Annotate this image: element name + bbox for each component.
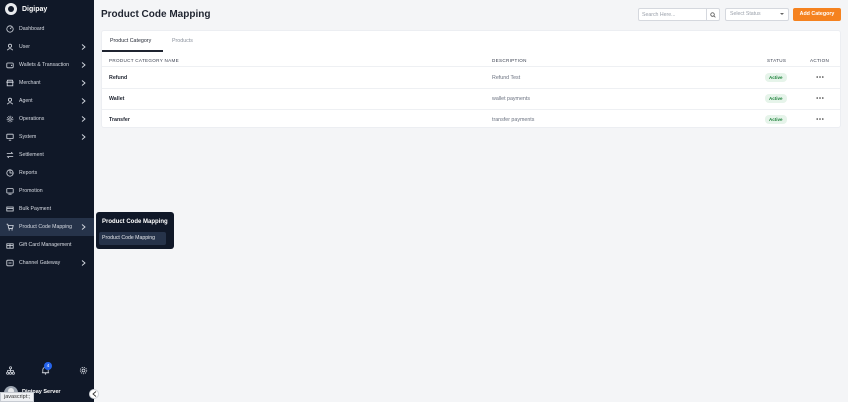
category-description: transfer payments xyxy=(492,117,535,123)
sidebar-item-label: Wallets & Transaction xyxy=(19,62,69,68)
flyout-item-product-code-mapping[interactable]: Product Code Mapping xyxy=(99,232,166,245)
column-header-description[interactable]: DESCRIPTION xyxy=(492,58,527,63)
wallet-icon xyxy=(6,62,14,69)
search-button[interactable] xyxy=(706,9,719,20)
sidebar-item-label: Product Code Mapping xyxy=(19,224,73,230)
sidebar-item-channel-gateway[interactable]: Channel Gateway xyxy=(0,254,94,272)
status-badge: Active xyxy=(765,94,787,103)
page-title: Product Code Mapping xyxy=(101,9,211,20)
status-badge: Active xyxy=(765,73,787,82)
more-actions-icon[interactable] xyxy=(816,95,824,101)
category-description: Refund Test xyxy=(492,75,521,81)
flyout-title: Product Code Mapping xyxy=(102,219,168,225)
product-code-mapping-flyout: Product Code Mapping Product Code Mappin… xyxy=(96,212,174,249)
chevron-right-icon xyxy=(81,134,86,140)
gift-icon xyxy=(6,243,14,249)
agent-icon xyxy=(6,97,14,105)
content-card: Product Category Products PRODUCT CATEGO… xyxy=(101,30,841,128)
search-icon xyxy=(710,11,716,18)
promotion-icon xyxy=(6,188,14,195)
chevron-right-icon xyxy=(81,80,86,86)
brand-name: Digipay xyxy=(22,5,48,13)
status-badge: Active xyxy=(765,115,787,124)
sidebar-item-label: Channel Gateway xyxy=(19,260,61,266)
sidebar-item-agent[interactable]: Agent xyxy=(0,92,94,110)
swap-icon xyxy=(6,151,14,159)
sidebar-item-label: Agent xyxy=(19,98,33,104)
status-select[interactable]: Select Status xyxy=(725,8,789,21)
org-chart-icon[interactable] xyxy=(6,366,15,375)
sidebar-nav: Dashboard User Wallets & Transaction Mer… xyxy=(0,20,94,272)
sidebar-item-label: Reports xyxy=(19,170,38,176)
table-row: Wallet wallet payments Active xyxy=(102,89,840,110)
sidebar-item-promotion[interactable]: Promotion xyxy=(0,182,94,200)
digipay-logo-icon xyxy=(5,3,17,15)
channel-icon xyxy=(6,259,14,267)
category-name: Transfer xyxy=(109,117,130,123)
collapse-sidebar-button[interactable] xyxy=(89,389,99,399)
table-header: PRODUCT CATEGORY NAME DESCRIPTION STATUS… xyxy=(102,53,840,67)
tab-product-category[interactable]: Product Category xyxy=(110,38,151,44)
chevron-right-icon xyxy=(81,224,86,230)
sidebar-item-product-code-mapping[interactable]: Product Code Mapping xyxy=(0,218,94,236)
sidebar-item-wallets-transaction[interactable]: Wallets & Transaction xyxy=(0,56,94,74)
status-select-value: Select Status xyxy=(730,11,761,17)
settings-icon[interactable] xyxy=(79,366,88,375)
add-category-button[interactable]: Add Category xyxy=(793,8,841,21)
sidebar-bottom-toolbar: 4 xyxy=(0,362,94,378)
dashboard-icon xyxy=(6,25,14,33)
chevron-right-icon xyxy=(81,44,86,50)
table-row: Transfer transfer payments Active xyxy=(102,110,840,131)
column-header-status[interactable]: STATUS xyxy=(767,58,786,63)
sidebar: Digipay Dashboard User Wallets & Transac… xyxy=(0,0,94,402)
category-name: Refund xyxy=(109,75,128,81)
cart-icon xyxy=(6,223,14,231)
caret-down-icon xyxy=(780,13,784,15)
store-icon xyxy=(6,79,14,87)
user-icon xyxy=(6,43,14,51)
chevron-right-icon xyxy=(81,98,86,104)
more-actions-icon[interactable] xyxy=(816,74,824,80)
brand[interactable]: Digipay xyxy=(0,0,94,18)
sidebar-item-label: System xyxy=(19,134,37,140)
sidebar-item-system[interactable]: System xyxy=(0,128,94,146)
chevron-right-icon xyxy=(81,62,86,68)
sidebar-item-label: Dashboard xyxy=(19,26,45,32)
column-header-name[interactable]: PRODUCT CATEGORY NAME xyxy=(109,58,179,63)
sidebar-item-gift-card-management[interactable]: Gift Card Management xyxy=(0,236,94,254)
sidebar-item-user[interactable]: User xyxy=(0,38,94,56)
search-input[interactable] xyxy=(639,9,707,20)
search-box xyxy=(638,8,720,21)
chevron-left-icon xyxy=(91,391,96,397)
chevron-right-icon xyxy=(81,116,86,122)
active-tab-indicator xyxy=(102,50,163,52)
reports-icon xyxy=(6,169,14,177)
sidebar-item-label: Promotion xyxy=(19,188,43,194)
tab-products[interactable]: Products xyxy=(172,38,193,44)
sidebar-item-label: Operations xyxy=(19,116,45,122)
sidebar-item-reports[interactable]: Reports xyxy=(0,164,94,182)
tabs: Product Category Products xyxy=(102,31,840,52)
gear-icon xyxy=(6,115,14,123)
chevron-right-icon xyxy=(81,260,86,266)
sidebar-item-merchant[interactable]: Merchant xyxy=(0,74,94,92)
notification-badge: 4 xyxy=(44,362,52,370)
column-header-action: ACTION xyxy=(810,58,830,63)
sidebar-item-settlement[interactable]: Settlement xyxy=(0,146,94,164)
sidebar-item-dashboard[interactable]: Dashboard xyxy=(0,20,94,38)
table-row: Refund Refund Test Active xyxy=(102,68,840,89)
monitor-icon xyxy=(6,133,14,141)
bulk-payment-icon xyxy=(6,206,14,212)
sidebar-item-label: Bulk Payment xyxy=(19,206,52,212)
category-name: Wallet xyxy=(109,96,125,102)
category-description: wallet payments xyxy=(492,96,530,102)
sidebar-item-bulk-payment[interactable]: Bulk Payment xyxy=(0,200,94,218)
more-actions-icon[interactable] xyxy=(816,116,824,122)
sidebar-item-label: Merchant xyxy=(19,80,41,86)
sidebar-item-label: User xyxy=(19,44,30,50)
sidebar-item-label: Gift Card Management xyxy=(19,242,72,248)
sidebar-item-operations[interactable]: Operations xyxy=(0,110,94,128)
sidebar-item-label: Settlement xyxy=(19,152,44,158)
browser-status-bar: javascript:; xyxy=(0,392,35,402)
